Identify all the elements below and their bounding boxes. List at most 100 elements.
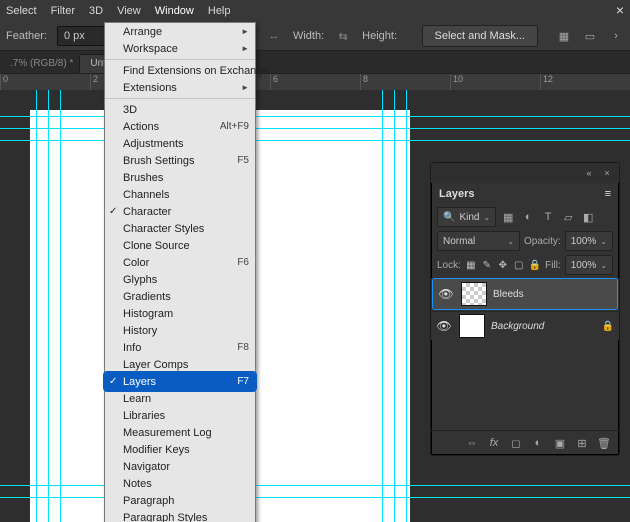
height-label: Height: — [362, 30, 397, 42]
layer-row[interactable]: 👁 Background 🔒 — [431, 311, 619, 340]
options-bar: Feather: 0 px ↔ Width: ⇆ Height: Select … — [0, 22, 630, 51]
kind-filter[interactable]: 🔍Kind⌄ — [437, 207, 496, 227]
menu-3d[interactable]: 3D — [89, 5, 103, 17]
filter-pixel-icon[interactable]: ▦ — [500, 209, 516, 225]
fill-label: Fill: — [545, 260, 561, 271]
window-menu-dropdown: ArrangeWorkspace Find Extensions on Excha… — [104, 22, 256, 522]
visibility-icon[interactable]: 👁 — [435, 319, 453, 333]
menu-item-paragraph-styles[interactable]: Paragraph Styles — [105, 509, 255, 522]
group-icon[interactable]: ▣ — [553, 436, 567, 450]
blend-mode-select[interactable]: Normal⌄ — [437, 231, 520, 251]
menu-item-workspace[interactable]: Workspace — [105, 40, 255, 57]
menu-item-measurement-log[interactable]: Measurement Log — [105, 424, 255, 441]
filter-adjust-icon[interactable]: ◐ — [520, 209, 536, 225]
menu-bar: Select Filter 3D View Window Help — [0, 0, 630, 22]
menu-item-character-styles[interactable]: Character Styles — [105, 220, 255, 237]
menu-item-color[interactable]: ColorF6 — [105, 254, 255, 271]
guide[interactable] — [382, 90, 383, 522]
visibility-icon[interactable]: 👁 — [437, 287, 455, 301]
zoom-info: .7% (RGB/8) * — [4, 55, 79, 73]
close-icon[interactable]: × — [601, 167, 613, 179]
menu-item-navigator[interactable]: Navigator — [105, 458, 255, 475]
panel-icon[interactable]: ▭ — [582, 28, 598, 44]
fill-input[interactable]: 100%⌄ — [565, 255, 613, 275]
opacity-input[interactable]: 100%⌄ — [565, 231, 613, 251]
menu-item-extensions[interactable]: Extensions — [105, 79, 255, 96]
menu-item-find-extensions-on-exchange-[interactable]: Find Extensions on Exchange... — [105, 62, 255, 79]
layer-name[interactable]: Bleeds — [493, 289, 524, 300]
panel-menu-icon[interactable]: ≡ — [605, 188, 611, 200]
lock-artboard-icon[interactable]: ▢ — [513, 258, 525, 272]
guide[interactable] — [0, 140, 630, 141]
panel-footer: ⇔ fx ◻ ◐ ▣ ⊞ 🗑 — [431, 430, 619, 455]
lock-transparent-icon[interactable]: ▦ — [465, 258, 477, 272]
menu-item-brushes[interactable]: Brushes — [105, 169, 255, 186]
menu-item-modifier-keys[interactable]: Modifier Keys — [105, 441, 255, 458]
guide[interactable] — [0, 485, 630, 486]
menu-item-3d[interactable]: 3D — [105, 101, 255, 118]
grid-icon[interactable]: ▦ — [556, 28, 572, 44]
lock-icon[interactable]: 🔒 — [601, 321, 615, 332]
menu-item-paragraph[interactable]: Paragraph — [105, 492, 255, 509]
lock-all-icon[interactable]: 🔒 — [529, 258, 541, 272]
guide[interactable] — [0, 128, 630, 129]
fx-icon[interactable]: fx — [487, 436, 501, 450]
feather-input[interactable]: 0 px — [57, 26, 105, 46]
adjustment-icon[interactable]: ◐ — [531, 436, 545, 450]
menu-item-channels[interactable]: Channels — [105, 186, 255, 203]
guide[interactable] — [0, 497, 630, 498]
link-layers-icon[interactable]: ⇔ — [465, 436, 479, 450]
menu-item-glyphs[interactable]: Glyphs — [105, 271, 255, 288]
menu-item-adjustments[interactable]: Adjustments — [105, 135, 255, 152]
panel-title[interactable]: Layers≡ — [431, 183, 619, 205]
guide[interactable] — [48, 90, 49, 522]
layers-panel: « × Layers≡ 🔍Kind⌄ ▦ ◐ T ▱ ◧ Normal⌄ Opa… — [430, 162, 620, 456]
new-layer-icon[interactable]: ⊞ — [575, 436, 589, 450]
menu-item-history[interactable]: History — [105, 322, 255, 339]
menu-item-layers[interactable]: LayersF7 — [105, 373, 255, 390]
guide[interactable] — [406, 90, 407, 522]
feather-label: Feather: — [6, 30, 47, 42]
select-and-mask-button[interactable]: Select and Mask... — [422, 25, 539, 47]
arrow-icon[interactable]: › — [608, 28, 624, 44]
collapse-icon[interactable]: « — [583, 167, 595, 179]
guide[interactable] — [394, 90, 395, 522]
menu-window[interactable]: Window — [155, 5, 194, 17]
menu-item-actions[interactable]: ActionsAlt+F9 — [105, 118, 255, 135]
mask-icon[interactable]: ◻ — [509, 436, 523, 450]
menu-item-info[interactable]: InfoF8 — [105, 339, 255, 356]
lock-label: Lock: — [437, 260, 461, 271]
guide[interactable] — [36, 90, 37, 522]
menu-filter[interactable]: Filter — [51, 5, 75, 17]
window-close-icon[interactable]: × — [616, 2, 624, 18]
opacity-label: Opacity: — [524, 236, 561, 247]
layer-thumbnail[interactable] — [461, 282, 487, 306]
lock-pixels-icon[interactable]: ✎ — [481, 258, 493, 272]
menu-select[interactable]: Select — [6, 5, 37, 17]
menu-item-libraries[interactable]: Libraries — [105, 407, 255, 424]
menu-item-gradients[interactable]: Gradients — [105, 288, 255, 305]
delete-icon[interactable]: 🗑 — [597, 436, 611, 450]
menu-help[interactable]: Help — [208, 5, 231, 17]
document-tabs: .7% (RGB/8) * Untitled-1 — [0, 51, 630, 73]
swap-icon[interactable]: ⇆ — [334, 27, 352, 45]
menu-item-notes[interactable]: Notes — [105, 475, 255, 492]
filter-type-icon[interactable]: T — [540, 209, 556, 225]
menu-item-arrange[interactable]: Arrange — [105, 23, 255, 40]
guide[interactable] — [0, 116, 630, 117]
menu-item-layer-comps[interactable]: Layer Comps — [105, 356, 255, 373]
menu-item-brush-settings[interactable]: Brush SettingsF5 — [105, 152, 255, 169]
menu-item-learn[interactable]: Learn — [105, 390, 255, 407]
layer-row[interactable]: 👁 Bleeds — [432, 278, 618, 310]
menu-item-clone-source[interactable]: Clone Source — [105, 237, 255, 254]
guide[interactable] — [60, 90, 61, 522]
layer-list: 👁 Bleeds 👁 Background 🔒 — [431, 278, 619, 340]
menu-view[interactable]: View — [117, 5, 141, 17]
layer-thumbnail[interactable] — [459, 314, 485, 338]
menu-item-character[interactable]: Character — [105, 203, 255, 220]
filter-shape-icon[interactable]: ▱ — [560, 209, 576, 225]
lock-position-icon[interactable]: ✥ — [497, 258, 509, 272]
filter-smart-icon[interactable]: ◧ — [580, 209, 596, 225]
layer-name[interactable]: Background — [491, 321, 544, 332]
menu-item-histogram[interactable]: Histogram — [105, 305, 255, 322]
